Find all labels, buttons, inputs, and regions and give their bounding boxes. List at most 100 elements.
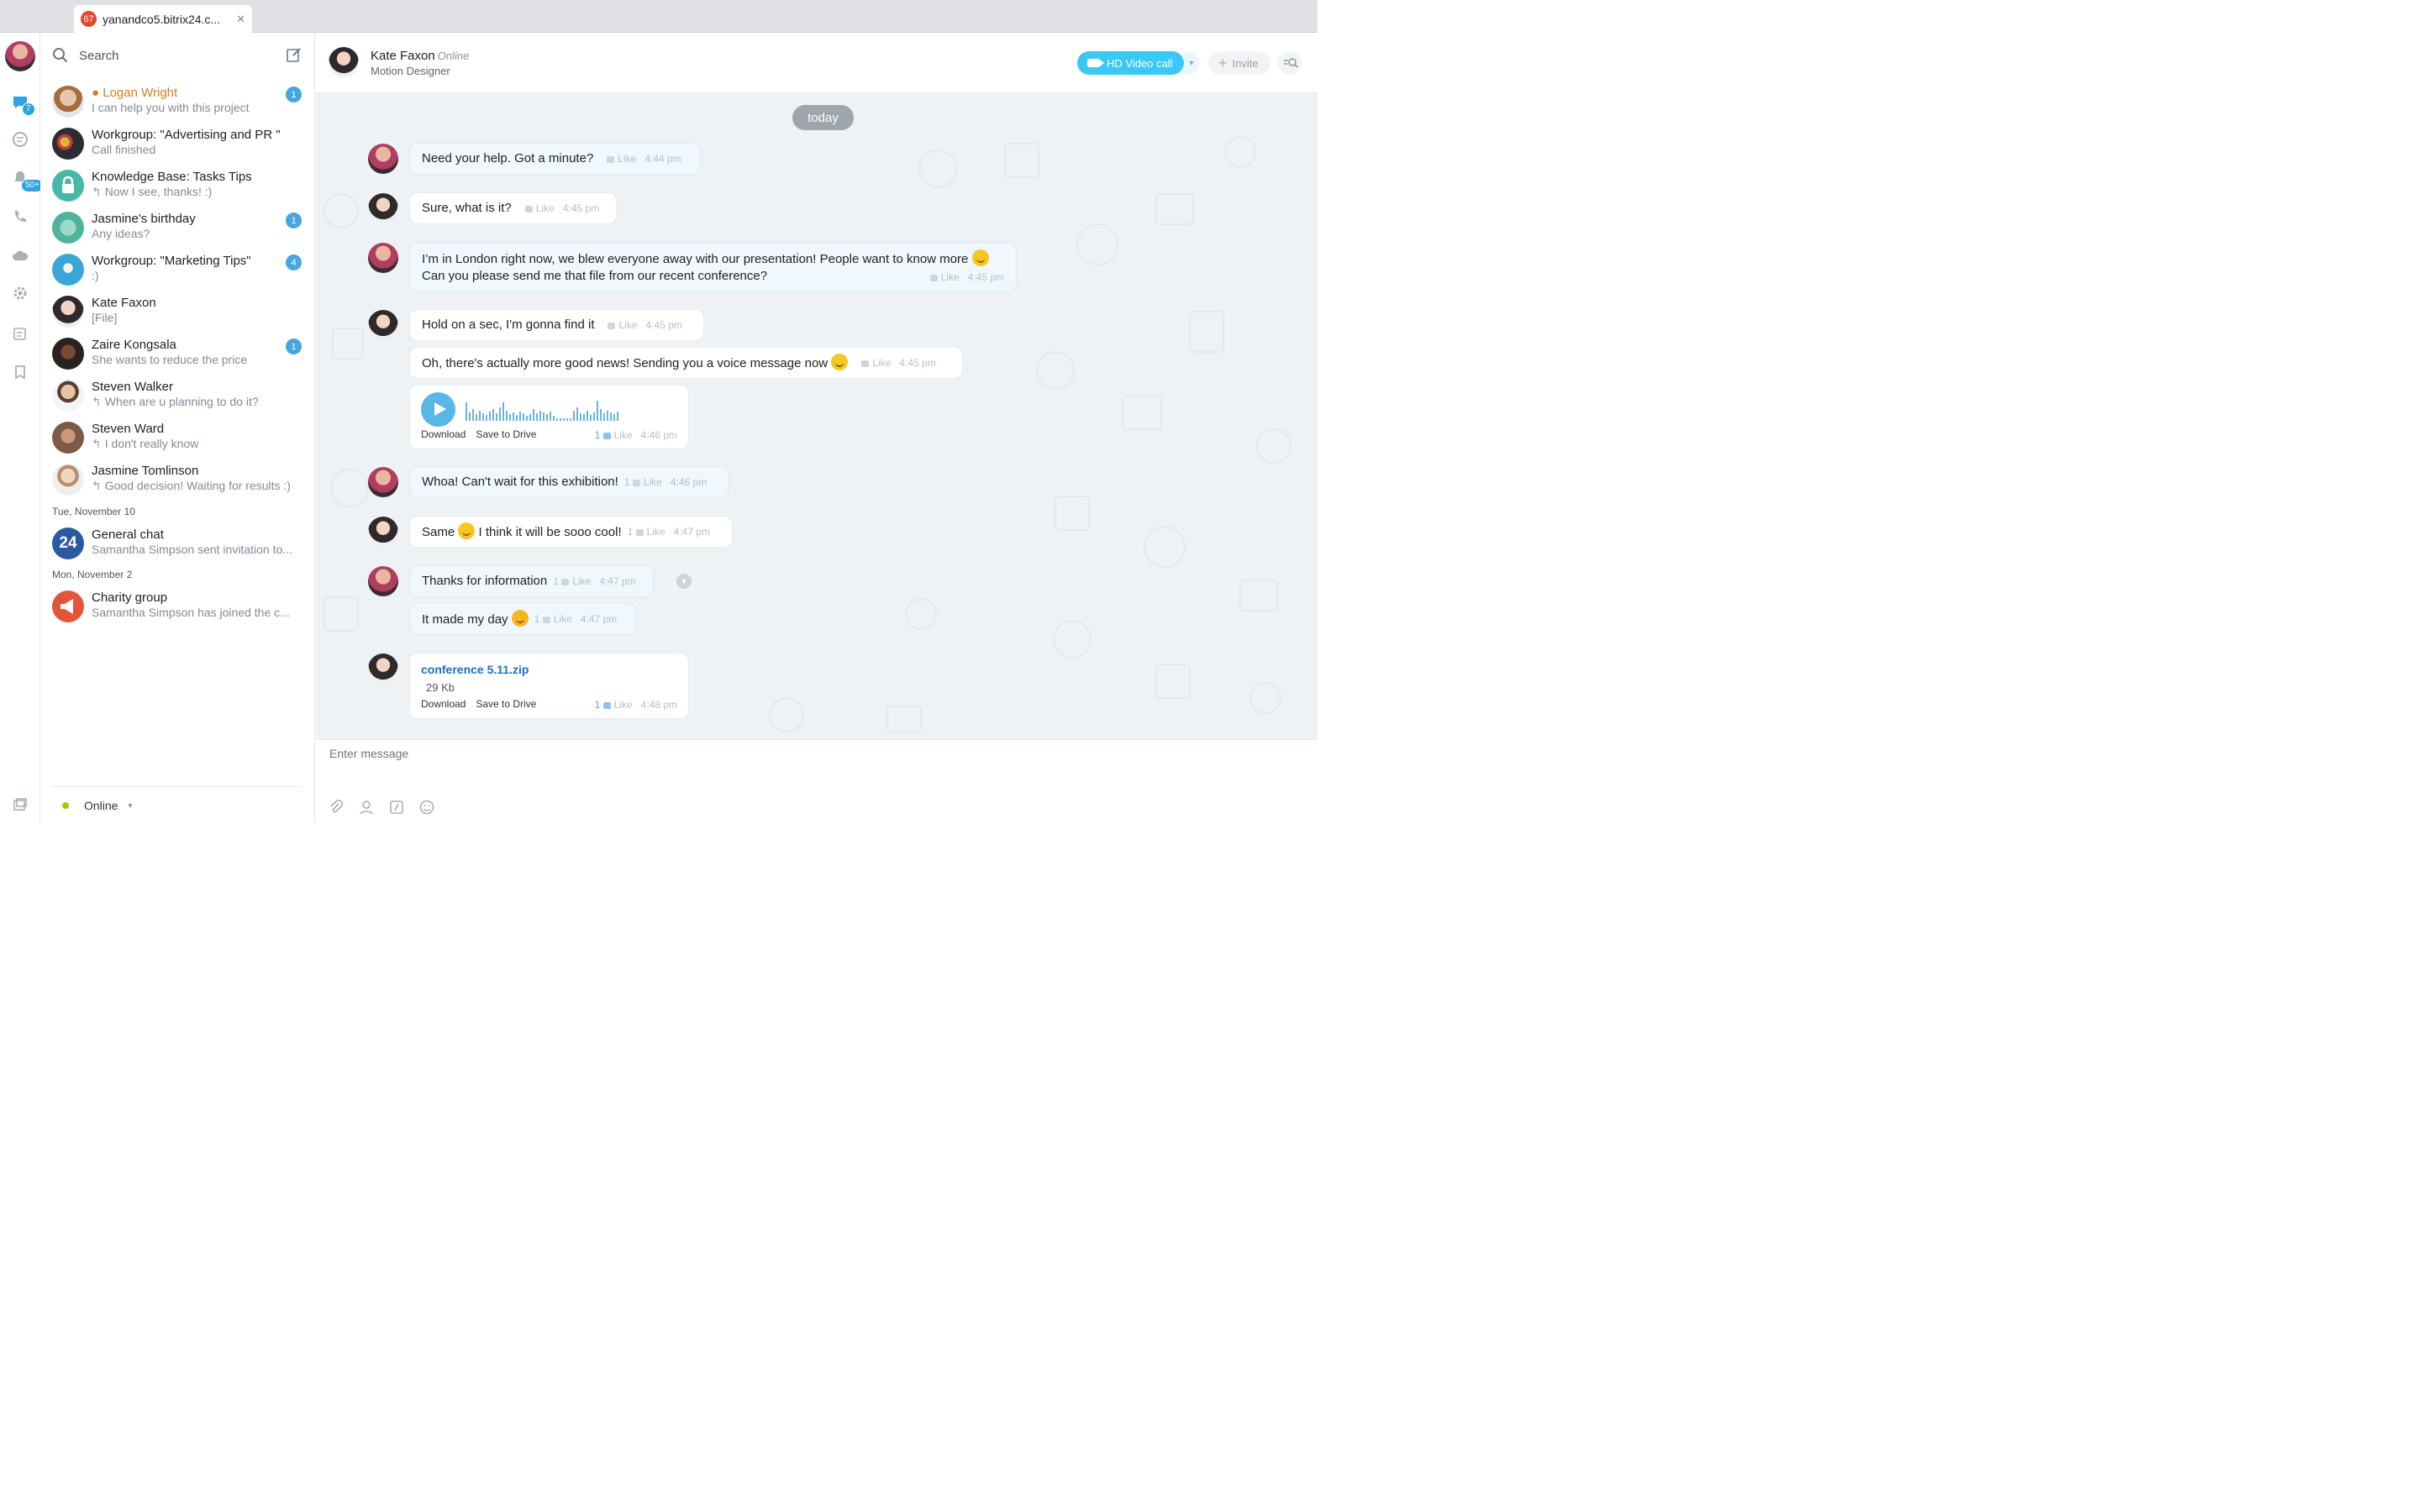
date-separator: Tue, November 10 — [52, 506, 135, 517]
sender-avatar[interactable] — [368, 243, 398, 273]
like-button[interactable]: Like — [602, 699, 633, 711]
smile-emoji-icon — [831, 354, 849, 370]
chat-item-knowledge-base[interactable]: Knowledge Base: Tasks Tips ↰ Now I see, t… — [40, 165, 315, 207]
user-mention-icon[interactable] — [358, 799, 375, 816]
chat-item-charity-group[interactable]: Charity group Samantha Simpson has joine… — [40, 585, 315, 627]
thumbs-up-icon — [929, 275, 938, 281]
unread-count-badge: 4 — [286, 255, 302, 270]
browser-tab-bar: 67 yanandco5.bitrix24.c... ✕ — [0, 0, 1318, 33]
like-button[interactable]: Like — [635, 526, 666, 538]
tasks-list-icon[interactable] — [12, 326, 29, 343]
chat-item-name: Jasmine Tomlinson — [92, 464, 199, 478]
file-name-link[interactable]: conference 5.11.zip — [421, 663, 529, 676]
search-in-chat-button[interactable] — [1278, 51, 1302, 75]
bitrix24-logo-icon: 24 — [52, 528, 84, 559]
message-meta: Like 4:45 pm — [524, 202, 599, 214]
like-button[interactable]: Like — [607, 153, 636, 165]
emoji-smile-icon[interactable] — [418, 799, 435, 816]
reply-arrow-icon: ↰ — [92, 185, 102, 198]
voice-actions: Download Save to Drive — [421, 428, 546, 440]
phone-icon[interactable] — [12, 208, 29, 225]
sender-avatar[interactable] — [368, 566, 398, 596]
sender-avatar[interactable] — [368, 144, 398, 174]
download-link[interactable]: Download — [421, 698, 466, 710]
open-lines-icon[interactable] — [12, 131, 29, 148]
message-text: It made my day — [422, 610, 529, 628]
message-meta: 1 Like 4:46 pm — [624, 476, 707, 488]
sender-avatar[interactable] — [368, 310, 398, 340]
save-to-drive-link[interactable]: Save to Drive — [476, 698, 536, 710]
extranet-icon: ● — [92, 86, 100, 100]
user-avatar[interactable] — [5, 41, 35, 71]
slash-command-icon[interactable] — [388, 799, 405, 816]
chat-item-logan-wright[interactable]: ● Logan Wright I can help you with this … — [40, 81, 315, 123]
audio-waveform[interactable] — [466, 399, 618, 421]
chat-item-steven-ward[interactable]: Steven Ward ↰ I don't really know — [40, 417, 315, 459]
contact-avatar[interactable] — [329, 47, 359, 77]
chat-header: Kate Faxon Online Motion Designer HD Vide… — [316, 33, 1318, 93]
hd-video-call-button[interactable]: HD Video call — [1077, 51, 1184, 75]
contact-role: Motion Designer — [371, 65, 450, 77]
online-dot-icon — [62, 801, 69, 809]
avatar — [52, 380, 84, 412]
sender-avatar[interactable] — [368, 517, 398, 547]
thumbs-up-icon — [632, 480, 640, 486]
chat-item-workgroup-marketing[interactable]: Workgroup: "Marketing Tips" :) 4 — [40, 249, 315, 291]
message-menu-chevron-icon[interactable]: ▼ — [676, 574, 692, 589]
like-button[interactable]: Like — [861, 357, 891, 369]
bookmark-icon[interactable] — [12, 364, 29, 381]
avatar — [52, 212, 84, 244]
like-button[interactable]: Like — [929, 271, 960, 283]
invite-button[interactable]: + Invite — [1208, 51, 1270, 75]
online-status-selector[interactable]: Online ▼ — [52, 786, 302, 823]
message-bubble: Thanks for information 1 Like 4:47 pm — [409, 565, 654, 597]
paperclip-icon[interactable] — [328, 799, 345, 816]
like-button[interactable]: Like — [561, 575, 591, 587]
chat-item-kate-faxon[interactable]: Kate Faxon [File] — [40, 291, 315, 333]
call-options-chevron-icon[interactable]: ▼ — [1184, 51, 1199, 75]
settings-gear-icon[interactable] — [12, 285, 29, 302]
chat-item-general-chat[interactable]: 24 General chat Samantha Simpson sent in… — [40, 522, 315, 564]
like-button[interactable]: Like — [524, 202, 555, 214]
sender-avatar[interactable] — [368, 467, 398, 497]
chat-item-preview: Any ideas? — [92, 227, 150, 240]
thumbs-up-icon — [635, 529, 644, 536]
chat-item-preview: ↰ Good decision! Waiting for results :) — [92, 479, 291, 492]
chat-item-name: Jasmine's birthday — [92, 212, 196, 226]
chat-item-jasmine-tomlinson[interactable]: Jasmine Tomlinson ↰ Good decision! Waitin… — [40, 459, 315, 501]
megaphone-icon — [52, 591, 84, 622]
cloud-disk-icon[interactable] — [12, 248, 29, 265]
chat-item-preview: I can help you with this project — [92, 101, 250, 114]
download-link[interactable]: Download — [421, 428, 466, 440]
message-meta: Like 4:45 pm — [608, 319, 682, 331]
thumbs-up-icon — [602, 433, 611, 439]
window-mode-icon[interactable] — [12, 796, 29, 813]
like-button[interactable]: Like — [632, 476, 662, 488]
chat-item-name: Zaire Kongsala — [92, 338, 176, 352]
chat-item-jasmines-birthday[interactable]: Jasmine's birthday Any ideas? 1 — [40, 207, 315, 249]
browser-tab[interactable]: 67 yanandco5.bitrix24.c... ✕ — [74, 5, 252, 33]
new-chat-compose-icon[interactable] — [286, 46, 302, 63]
chat-item-workgroup-advertising[interactable]: Workgroup: "Advertising and PR " Call fi… — [40, 123, 315, 165]
like-button[interactable]: Like — [602, 429, 633, 441]
search-box[interactable]: Search — [52, 45, 304, 66]
message-input[interactable] — [329, 747, 834, 760]
save-to-drive-link[interactable]: Save to Drive — [476, 428, 536, 440]
message-meta: Like 4:45 pm — [861, 357, 936, 369]
sender-avatar[interactable] — [368, 193, 398, 223]
date-divider: today — [792, 105, 854, 130]
like-button[interactable]: Like — [542, 613, 572, 625]
chat-item-zaire-kongsala[interactable]: Zaire Kongsala She wants to reduce the p… — [40, 333, 315, 375]
sender-avatar[interactable] — [368, 654, 398, 684]
contact-name[interactable]: Kate Faxon Online — [371, 49, 469, 63]
like-button[interactable]: Like — [608, 319, 638, 331]
chat-item-steven-walker[interactable]: Steven Walker ↰ When are u planning to do… — [40, 375, 315, 417]
chat-item-name: Steven Walker — [92, 380, 173, 394]
avatar — [52, 464, 84, 496]
chat-item-preview: :) — [92, 269, 99, 282]
left-rail: 7 50+ — [0, 33, 44, 823]
unread-count-badge: 1 — [286, 87, 302, 102]
thumbs-up-icon — [608, 323, 616, 329]
tab-close-icon[interactable]: ✕ — [236, 13, 245, 26]
play-button[interactable] — [421, 392, 455, 427]
